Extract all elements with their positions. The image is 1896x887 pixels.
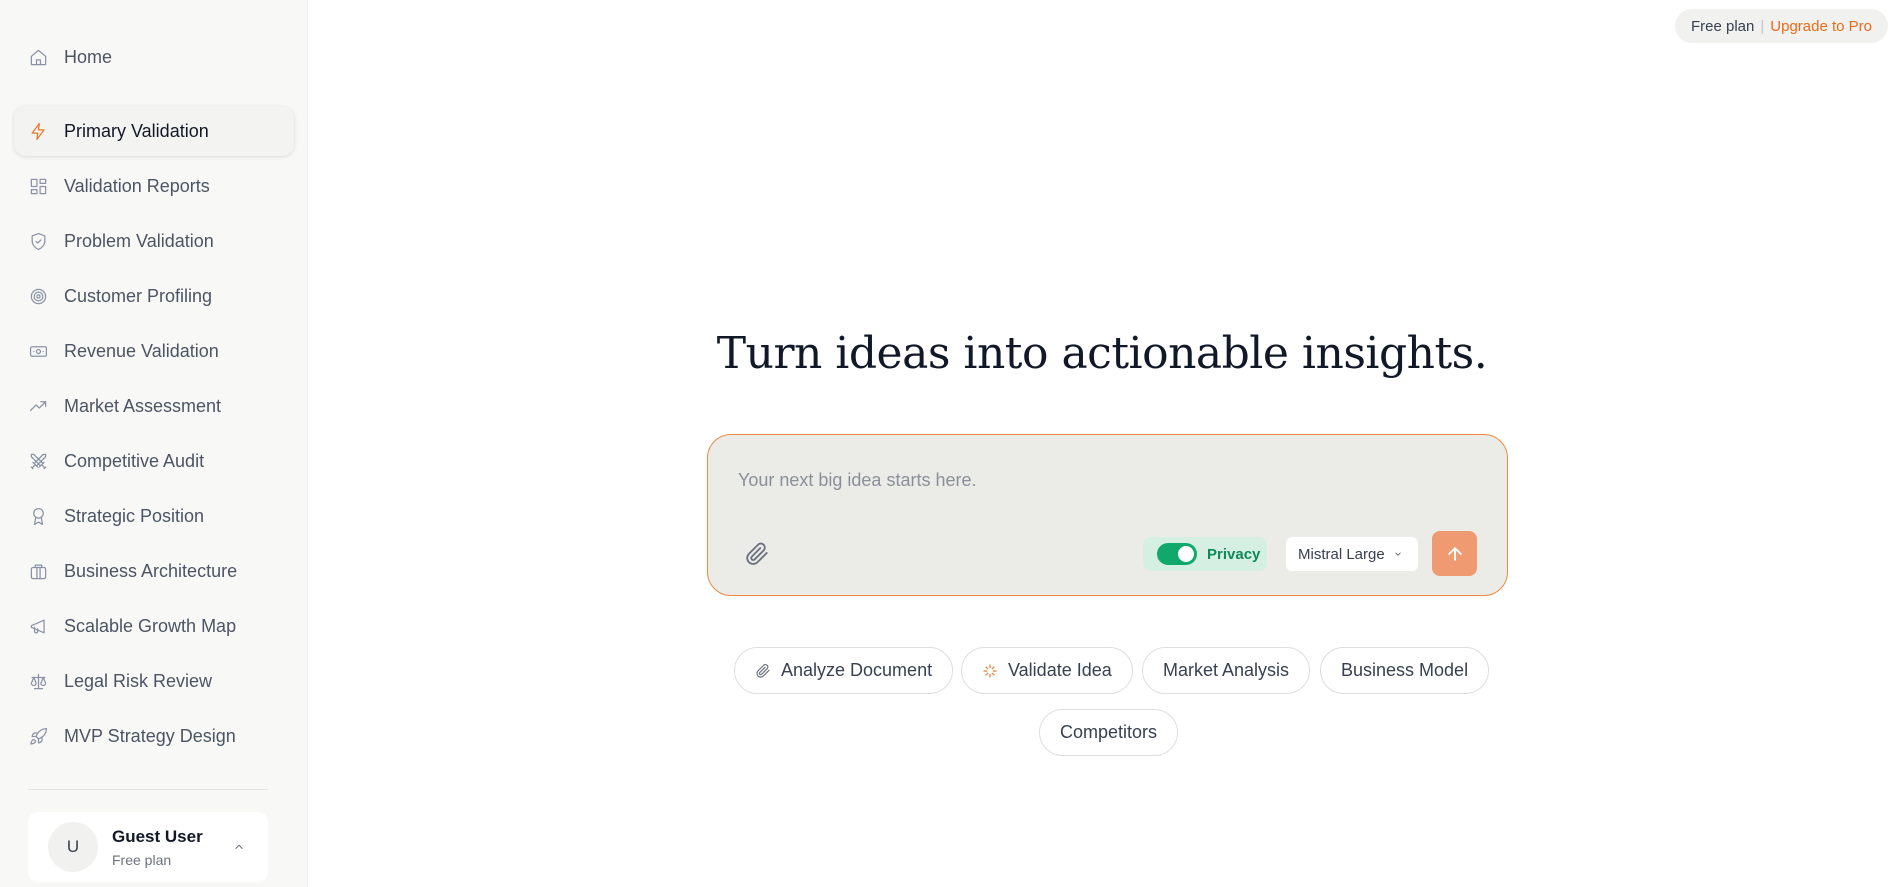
plan-separator: | [1760, 17, 1765, 35]
user-name: Guest User [112, 826, 203, 846]
grid-icon [28, 176, 48, 196]
sidebar-item-competitive-audit[interactable]: Competitive Audit [14, 436, 294, 486]
sidebar-item-mvp-strategy-design[interactable]: MVP Strategy Design [14, 711, 294, 761]
chip-label: Analyze Document [781, 660, 933, 680]
plan-label: Free plan [1690, 17, 1755, 35]
sidebar-item-primary-validation[interactable]: Primary Validation [14, 106, 294, 156]
privacy-toggle[interactable]: Privacy [1143, 537, 1267, 571]
sidebar-item-label: Validation Reports [64, 175, 210, 196]
sidebar-item-market-assessment[interactable]: Market Assessment [14, 381, 294, 431]
sidebar-item-validation-reports[interactable]: Validation Reports [14, 161, 294, 211]
user-menu[interactable]: U Guest User Free plan [28, 812, 268, 882]
paperclip-icon[interactable] [744, 541, 770, 567]
sidebar-item-label: Customer Profiling [64, 285, 213, 306]
sidebar-item-legal-risk-review[interactable]: Legal Risk Review [14, 656, 294, 706]
sidebar-item-label: Market Assessment [64, 395, 222, 416]
chip-label: Competitors [1060, 722, 1158, 742]
chip-label: Business Model [1341, 660, 1469, 680]
briefcase-icon [28, 561, 48, 581]
model-select-value: Mistral Large [1298, 545, 1385, 563]
trending-up-icon [28, 396, 48, 416]
idea-input[interactable] [738, 467, 1478, 493]
sidebar-divider [28, 789, 268, 790]
sidebar-item-problem-validation[interactable]: Problem Validation [14, 216, 294, 266]
chip-label: Validate Idea [1008, 660, 1112, 680]
sidebar-item-revenue-validation[interactable]: Revenue Validation [14, 326, 294, 376]
chip-validate-idea[interactable]: Validate Idea [961, 647, 1133, 694]
sidebar-item-label: Scalable Growth Map [64, 615, 237, 636]
sidebar-item-label: Problem Validation [64, 230, 214, 251]
scale-icon [28, 671, 48, 691]
arrow-up-icon [1447, 546, 1462, 561]
send-button[interactable] [1432, 531, 1477, 576]
chevron-down-icon [1394, 552, 1401, 556]
privacy-label: Privacy [1207, 545, 1261, 563]
plan-badge: Free plan | Upgrade to Pro [1674, 9, 1888, 43]
sidebar-item-business-architecture[interactable]: Business Architecture [14, 546, 294, 596]
home-icon [28, 47, 48, 67]
user-plan: Free plan [112, 851, 172, 868]
banknote-icon [28, 341, 48, 361]
upgrade-link[interactable]: Upgrade to Pro [1770, 18, 1872, 35]
sidebar-item-label: Strategic Position [64, 505, 205, 526]
sidebar-item-label: Home [64, 46, 113, 67]
rocket-icon [28, 726, 48, 746]
page-title: Turn ideas into actionable insights. [716, 328, 1488, 379]
chevron-up-icon[interactable] [232, 840, 246, 854]
chip-label: Market Analysis [1163, 660, 1290, 680]
sparkle-icon [982, 663, 998, 679]
idea-composer: Privacy Mistral Large [707, 434, 1508, 596]
megaphone-icon [28, 616, 48, 636]
sidebar-item-home[interactable]: Home [14, 32, 294, 82]
swords-icon [28, 451, 48, 471]
target-icon [28, 286, 48, 306]
sidebar: Home Primary Validation Validation Repor… [0, 0, 308, 887]
sidebar-item-scalable-growth-map[interactable]: Scalable Growth Map [14, 601, 294, 651]
sidebar-item-customer-profiling[interactable]: Customer Profiling [14, 271, 294, 321]
shield-check-icon [28, 231, 48, 251]
paperclip-icon [755, 663, 771, 679]
sidebar-item-label: Primary Validation [64, 120, 209, 141]
sidebar-item-label: Legal Risk Review [64, 670, 213, 691]
chip-competitors[interactable]: Competitors [1039, 709, 1179, 756]
sidebar-item-label: MVP Strategy Design [64, 725, 236, 746]
model-select[interactable]: Mistral Large [1286, 537, 1418, 571]
avatar: U [48, 822, 98, 872]
sidebar-item-label: Competitive Audit [64, 450, 205, 471]
sidebar-item-label: Business Architecture [64, 560, 238, 581]
lightning-icon [28, 121, 48, 141]
chip-market-analysis[interactable]: Market Analysis [1142, 647, 1311, 694]
award-icon [28, 506, 48, 526]
toggle-switch[interactable] [1157, 543, 1197, 565]
chip-business-model[interactable]: Business Model [1320, 647, 1490, 694]
sidebar-item-strategic-position[interactable]: Strategic Position [14, 491, 294, 541]
sidebar-item-label: Revenue Validation [64, 340, 219, 361]
chip-analyze-document[interactable]: Analyze Document [734, 647, 954, 694]
